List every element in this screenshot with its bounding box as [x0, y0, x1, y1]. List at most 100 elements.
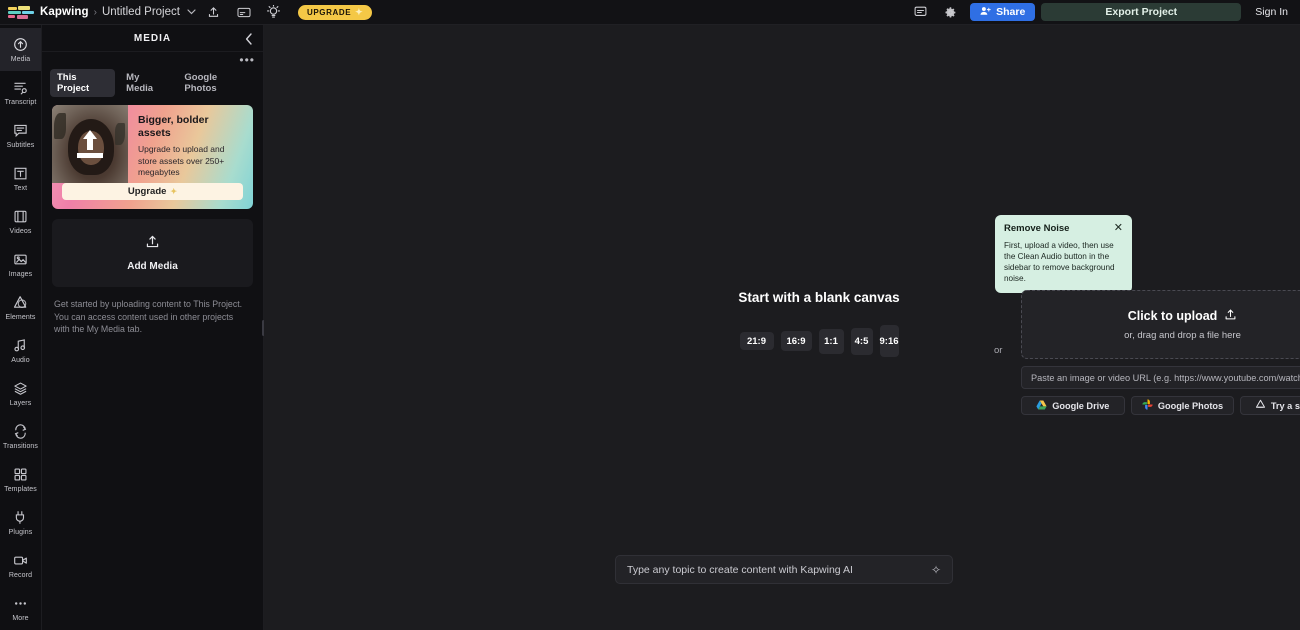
ratio-1-1-button[interactable]: 1:1 — [818, 328, 844, 354]
dropzone-title-row: Click to upload — [1128, 308, 1238, 324]
sidebar-item-label: Transcript — [4, 98, 37, 106]
promo-title: Bigger, bolder assets — [138, 114, 209, 139]
feedback-card-icon[interactable] — [232, 2, 256, 22]
magic-wand-icon[interactable]: ✧ — [931, 563, 941, 577]
editor-body: Media Transcript Subtitles Text Videos I… — [0, 25, 1300, 630]
dropzone-title: Click to upload — [1127, 309, 1218, 323]
audio-icon — [13, 338, 29, 354]
sidebar-item-more[interactable]: More — [0, 587, 41, 630]
media-url-input[interactable] — [1021, 366, 1300, 389]
sidebar-item-templates[interactable]: Templates — [0, 458, 41, 501]
upload-icon — [145, 234, 160, 254]
sidebar-item-text[interactable]: Text — [0, 157, 41, 200]
canvas-area: Remove Noise ✕ First, upload a video, th… — [264, 25, 1300, 630]
tab-this-project[interactable]: This Project — [50, 69, 116, 97]
sidebar-item-label: Templates — [4, 485, 37, 493]
tooltip-body: First, upload a video, then use the Clea… — [1004, 241, 1115, 283]
google-photos-icon — [1142, 399, 1153, 412]
sidebar-item-media[interactable]: Media — [0, 28, 41, 71]
upload-icon — [1224, 308, 1237, 324]
kapwing-editor: Kapwing › Untitled Project UPGRADE ✦ Sha… — [0, 0, 1300, 630]
promo-top: Bigger, bolder assets Upgrade to upload … — [52, 105, 253, 183]
sidebar-item-label: Plugins — [8, 528, 33, 536]
ai-prompt-input[interactable] — [627, 563, 931, 576]
export-project-button[interactable]: Export Project — [1041, 3, 1242, 21]
promo-subtitle: Upgrade to upload and store assets over … — [138, 144, 225, 177]
images-icon — [13, 252, 29, 268]
sign-in-link[interactable]: Sign In — [1255, 6, 1288, 18]
media-panel-note: Get started by uploading content to This… — [54, 299, 243, 334]
plugins-icon — [13, 510, 29, 526]
comments-icon[interactable] — [908, 2, 932, 22]
sidebar-item-subtitles[interactable]: Subtitles — [0, 114, 41, 157]
sidebar-item-label: Audio — [11, 356, 30, 364]
share-person-icon — [980, 6, 991, 19]
google-drive-button[interactable]: Google Drive — [1021, 396, 1125, 415]
sidebar-item-label: Subtitles — [6, 141, 35, 149]
panel-overflow-icon[interactable]: ••• — [239, 54, 255, 66]
transitions-icon — [13, 424, 29, 440]
upload-share-icon[interactable] — [202, 2, 226, 22]
breadcrumb-separator: › — [93, 6, 97, 18]
ratio-4-5-button[interactable]: 4:5 — [850, 327, 873, 355]
chevron-down-icon[interactable] — [187, 7, 196, 17]
share-label: Share — [996, 6, 1026, 18]
tab-google-photos[interactable]: Google Photos — [177, 69, 255, 97]
sparkle-icon: ✦ — [355, 6, 364, 17]
elements-icon — [13, 295, 29, 311]
dropzone-subtitle: or, drag and drop a file here — [1124, 330, 1241, 341]
project-name[interactable]: Untitled Project — [102, 6, 180, 18]
more-icon — [13, 596, 29, 612]
videos-icon — [13, 209, 29, 225]
sidebar-item-label: Images — [8, 270, 33, 278]
add-media-label: Add Media — [127, 261, 178, 272]
text-icon — [13, 166, 29, 182]
ratio-21-9-button[interactable]: 21:9 — [739, 332, 774, 350]
kapwing-logo-icon[interactable] — [8, 4, 34, 20]
layers-icon — [13, 381, 29, 397]
gear-icon[interactable] — [938, 2, 962, 22]
sidebar-item-label: Media — [10, 55, 31, 63]
sidebar-item-transitions[interactable]: Transitions — [0, 415, 41, 458]
sidebar-item-label: More — [12, 614, 29, 622]
sidebar-item-layers[interactable]: Layers — [0, 372, 41, 415]
sidebar-item-elements[interactable]: Elements — [0, 286, 41, 329]
sidebar-item-images[interactable]: Images — [0, 243, 41, 286]
collapse-panel-icon[interactable] — [241, 31, 257, 47]
aspect-ratio-options: 21:9 16:9 1:1 4:5 9:16 — [739, 325, 899, 357]
sidebar-item-plugins[interactable]: Plugins — [0, 501, 41, 544]
top-bar: Kapwing › Untitled Project UPGRADE ✦ Sha… — [0, 0, 1300, 25]
ratio-16-9-button[interactable]: 16:9 — [780, 331, 812, 351]
share-button[interactable]: Share — [970, 3, 1036, 21]
google-drive-icon — [1036, 400, 1047, 412]
upgrade-promo-card[interactable]: Bigger, bolder assets Upgrade to upload … — [52, 105, 253, 209]
add-media-button[interactable]: Add Media — [52, 219, 253, 287]
brand-name[interactable]: Kapwing — [40, 6, 89, 18]
try-sample-button[interactable]: Try a sample! — [1240, 396, 1300, 415]
subtitles-icon — [13, 123, 29, 139]
transcript-icon — [13, 80, 29, 96]
tab-my-media[interactable]: My Media — [119, 69, 173, 97]
promo-text: Bigger, bolder assets Upgrade to upload … — [128, 105, 253, 183]
upgrade-badge[interactable]: UPGRADE ✦ — [297, 4, 373, 20]
record-icon — [13, 553, 29, 569]
sparkle-icon: ✦ — [170, 187, 178, 196]
ratio-9-16-button[interactable]: 9:16 — [879, 325, 899, 357]
sidebar-item-videos[interactable]: Videos — [0, 200, 41, 243]
kapwing-ai-prompt-bar[interactable]: ✧ — [615, 555, 953, 584]
tooltip-title: Remove Noise — [1004, 223, 1070, 234]
lightbulb-icon[interactable] — [262, 2, 286, 22]
sidebar-item-record[interactable]: Record — [0, 544, 41, 587]
upload-dropzone[interactable]: Click to upload or, drag and drop a file… — [1021, 290, 1300, 359]
promo-thumbnail — [52, 105, 128, 183]
sidebar-item-label: Videos — [9, 227, 32, 235]
promo-upgrade-button[interactable]: Upgrade ✦ — [62, 183, 243, 200]
media-panel-header: MEDIA — [42, 25, 263, 52]
sidebar-item-transcript[interactable]: Transcript — [0, 71, 41, 114]
tooltip-header: Remove Noise ✕ — [1004, 223, 1123, 235]
or-divider-label: or — [994, 345, 1003, 356]
close-icon[interactable]: ✕ — [1114, 223, 1123, 234]
sidebar-item-audio[interactable]: Audio — [0, 329, 41, 372]
google-photos-button[interactable]: Google Photos — [1130, 396, 1235, 415]
google-drive-label: Google Drive — [1052, 400, 1110, 411]
